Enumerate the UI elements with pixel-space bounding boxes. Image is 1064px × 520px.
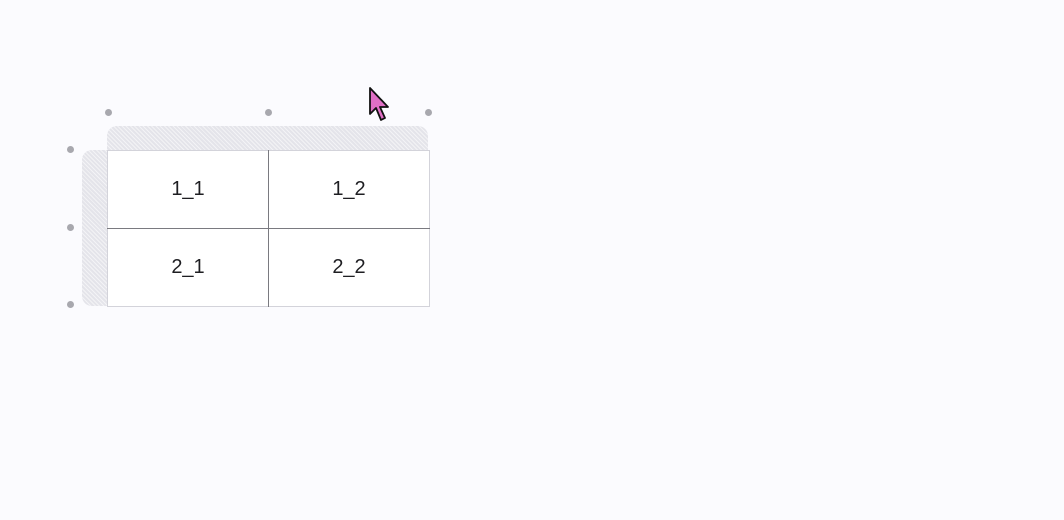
table-row-handle-bar[interactable] [82, 150, 107, 306]
table-row: 1_1 1_2 [107, 150, 430, 229]
row-resize-handle[interactable] [67, 301, 74, 308]
table-column-handle-bar[interactable] [107, 126, 428, 150]
whiteboard-canvas[interactable]: 1_1 1_2 2_1 2_2 [0, 0, 1064, 520]
row-resize-handle[interactable] [67, 146, 74, 153]
table-cell[interactable]: 1_1 [107, 150, 269, 229]
column-resize-handle[interactable] [425, 109, 432, 116]
data-table[interactable]: 1_1 1_2 2_1 2_2 [107, 150, 430, 307]
table-cell[interactable]: 1_2 [268, 150, 430, 229]
column-resize-handle[interactable] [105, 109, 112, 116]
pointer-arrow-icon [369, 87, 389, 121]
table-cell[interactable]: 2_2 [269, 229, 430, 307]
table-cell[interactable]: 2_1 [107, 228, 269, 307]
column-resize-handle[interactable] [265, 109, 272, 116]
row-resize-handle[interactable] [67, 224, 74, 231]
table-row: 2_1 2_2 [107, 228, 430, 307]
